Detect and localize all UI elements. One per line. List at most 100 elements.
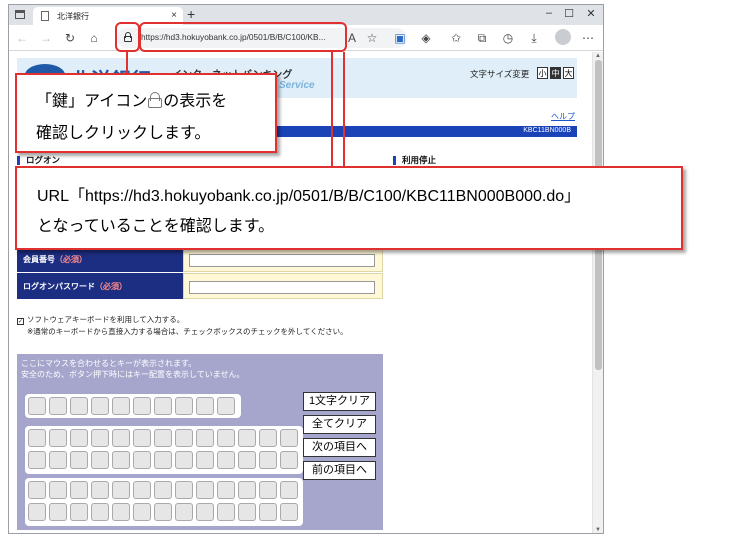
keyboard-key[interactable]: [280, 503, 298, 521]
keyboard-key[interactable]: [49, 481, 67, 499]
keyboard-key[interactable]: [91, 481, 109, 499]
keyboard-key[interactable]: [112, 451, 130, 469]
keyboard-key[interactable]: [280, 451, 298, 469]
downloads-icon[interactable]: ⤓: [525, 29, 543, 47]
keyboard-key[interactable]: [217, 451, 235, 469]
minimize-icon[interactable]: –: [541, 7, 557, 19]
keyboard-key[interactable]: [70, 429, 88, 447]
keyboard-key[interactable]: [217, 397, 235, 415]
prev-field-button[interactable]: 前の項目へ: [303, 461, 376, 480]
keyboard-key[interactable]: [133, 429, 151, 447]
keyboard-key[interactable]: [280, 429, 298, 447]
home-icon[interactable]: ⌂: [85, 29, 103, 47]
keyboard-key[interactable]: [49, 503, 67, 521]
profile-avatar[interactable]: [555, 29, 571, 45]
keyboard-key[interactable]: [133, 397, 151, 415]
favorite-star-icon[interactable]: ☆: [363, 29, 381, 47]
keyboard-key[interactable]: [91, 503, 109, 521]
keyboard-key[interactable]: [112, 397, 130, 415]
tab-close-icon[interactable]: ×: [171, 10, 177, 21]
clear-all-button[interactable]: 全てクリア: [303, 415, 376, 434]
keyboard-key[interactable]: [49, 429, 67, 447]
keyboard-key[interactable]: [196, 503, 214, 521]
keyboard-key[interactable]: [259, 429, 277, 447]
keyboard-key[interactable]: [133, 451, 151, 469]
collections-icon[interactable]: ⧉: [473, 29, 491, 47]
keyboard-key[interactable]: [196, 429, 214, 447]
keyboard-key[interactable]: [91, 397, 109, 415]
keyboard-key[interactable]: [175, 451, 193, 469]
keyboard-key[interactable]: [70, 481, 88, 499]
keyboard-key[interactable]: [91, 451, 109, 469]
keyboard-key[interactable]: [217, 429, 235, 447]
font-size-small-button[interactable]: 小: [537, 67, 548, 79]
checkbox-mark[interactable]: ✓: [17, 318, 24, 325]
section-stop: 利用停止: [393, 156, 436, 165]
new-tab-button[interactable]: +: [187, 6, 195, 22]
keyboard-key[interactable]: [112, 429, 130, 447]
keyboard-key[interactable]: [49, 451, 67, 469]
reload-icon[interactable]: ↻: [61, 29, 79, 47]
keyboard-key[interactable]: [238, 429, 256, 447]
favorites-icon[interactable]: ✩: [447, 29, 465, 47]
keyboard-key[interactable]: [217, 481, 235, 499]
scroll-down-icon[interactable]: ▼: [595, 527, 601, 533]
keyboard-key[interactable]: [112, 481, 130, 499]
keyboard-key[interactable]: [28, 451, 46, 469]
help-link[interactable]: ヘルプ: [551, 111, 575, 122]
keyboard-key[interactable]: [196, 397, 214, 415]
keyboard-key[interactable]: [154, 503, 172, 521]
back-icon[interactable]: ←: [13, 29, 31, 47]
keyboard-key[interactable]: [28, 481, 46, 499]
keyboard-key[interactable]: [91, 429, 109, 447]
more-menu-icon[interactable]: ⋯: [579, 29, 597, 47]
password-input[interactable]: [189, 281, 375, 294]
maximize-icon[interactable]: ☐: [561, 7, 577, 20]
keyboard-key[interactable]: [154, 481, 172, 499]
keyboard-key[interactable]: [175, 481, 193, 499]
keyboard-key[interactable]: [196, 481, 214, 499]
keyboard-key[interactable]: [217, 503, 235, 521]
keyboard-key[interactable]: [175, 503, 193, 521]
keyboard-key[interactable]: [49, 397, 67, 415]
scrollbar[interactable]: ▲ ▼: [592, 52, 603, 533]
keyboard-key[interactable]: [112, 503, 130, 521]
keyboard-key[interactable]: [70, 503, 88, 521]
keyboard-key[interactable]: [28, 397, 46, 415]
keyboard-key[interactable]: [70, 397, 88, 415]
font-size-large-button[interactable]: 大: [563, 67, 574, 79]
keyboard-key[interactable]: [133, 481, 151, 499]
keyboard-key[interactable]: [259, 503, 277, 521]
keyboard-key[interactable]: [154, 397, 172, 415]
keyboard-key[interactable]: [70, 451, 88, 469]
scroll-up-icon[interactable]: ▲: [595, 53, 601, 59]
keyboard-key[interactable]: [280, 481, 298, 499]
font-size-medium-button[interactable]: 中: [550, 67, 561, 79]
keyboard-key[interactable]: [28, 503, 46, 521]
keyboard-key[interactable]: [196, 451, 214, 469]
window-menu-icon[interactable]: [15, 10, 25, 19]
password-cell: [183, 273, 383, 299]
member-number-input[interactable]: [189, 254, 375, 267]
keyboard-key[interactable]: [259, 451, 277, 469]
lock-callout: 「鍵」アイコン の表示を 確認しクリックします。: [15, 73, 277, 153]
history-icon[interactable]: ◷: [499, 29, 517, 47]
keyboard-key[interactable]: [238, 451, 256, 469]
keyboard-key[interactable]: [238, 503, 256, 521]
keyboard-key[interactable]: [154, 451, 172, 469]
close-window-icon[interactable]: ✕: [583, 7, 599, 20]
keyboard-key[interactable]: [28, 429, 46, 447]
forward-icon[interactable]: →: [37, 29, 55, 47]
keyboard-key[interactable]: [154, 429, 172, 447]
extension2-icon[interactable]: ◈: [417, 29, 435, 47]
extension-icon[interactable]: ▣: [391, 29, 409, 47]
keyboard-key[interactable]: [175, 397, 193, 415]
url-callout-pointer-right: [343, 52, 345, 167]
keyboard-key[interactable]: [175, 429, 193, 447]
keyboard-key[interactable]: [133, 503, 151, 521]
next-field-button[interactable]: 次の項目へ: [303, 438, 376, 457]
keyboard-key[interactable]: [259, 481, 277, 499]
software-keyboard-checkbox[interactable]: ✓ ソフトウェアキーボードを利用して入力する。: [17, 314, 184, 325]
clear-one-button[interactable]: 1文字クリア: [303, 392, 376, 411]
keyboard-key[interactable]: [238, 481, 256, 499]
